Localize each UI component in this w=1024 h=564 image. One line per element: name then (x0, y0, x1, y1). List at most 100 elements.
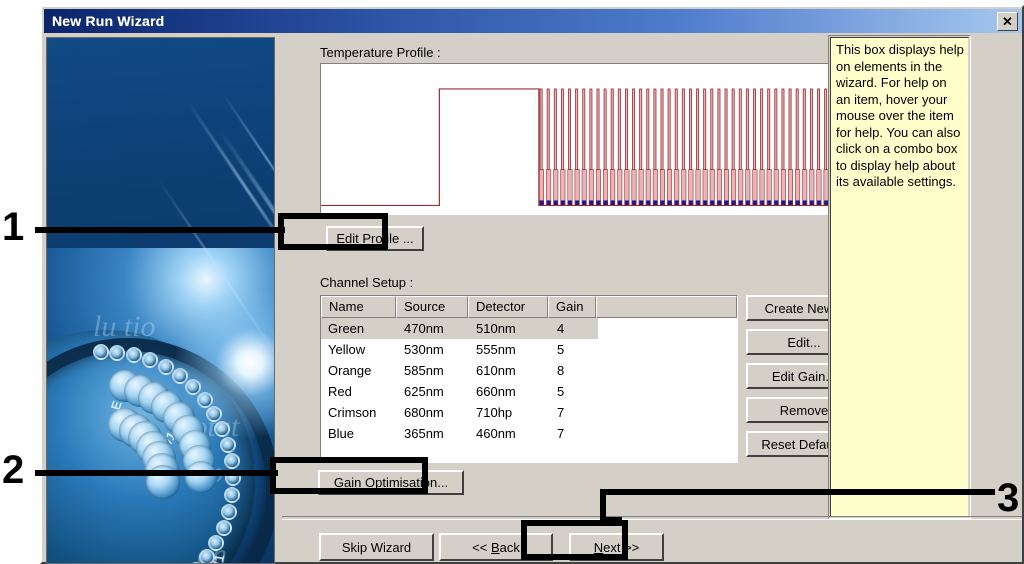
cycle-anneal-band (631, 169, 637, 206)
cycle-denature-spike (696, 88, 700, 170)
cycle-anneal-band (809, 169, 815, 206)
annotation-highlight-3 (521, 520, 628, 560)
acquisition-marker (767, 200, 772, 206)
cycle-denature-spike (788, 88, 792, 170)
table-row[interactable]: Orange 585nm 610nm 8 (321, 360, 737, 381)
channel-setup-list[interactable]: Name Source Detector Gain Green 470nm 510n… (320, 295, 738, 463)
cycle-anneal-band (709, 169, 715, 206)
edit-gain-label: Edit Gain... (771, 368, 837, 384)
cycle-denature-spike (539, 88, 543, 170)
cell-gain: 8 (557, 363, 565, 378)
rotor-hole (92, 344, 109, 361)
rotor-well (184, 460, 217, 493)
cycle-denature-spike (795, 88, 799, 170)
cycle-denature-spike (809, 88, 813, 170)
cycle-denature-spike (632, 88, 636, 170)
help-text: This box displays help on elements in th… (830, 37, 969, 517)
acquisition-marker (817, 200, 821, 206)
table-row[interactable]: Red 625nm 660nm 5 (321, 381, 737, 402)
cycle-denature-spike (596, 88, 600, 170)
cycle-denature-spike (731, 88, 735, 170)
close-icon[interactable]: ✕ (997, 11, 1018, 31)
cycle-denature-spike (774, 88, 778, 170)
table-row[interactable]: Yellow 530nm 555nm 5 (321, 339, 737, 360)
cell-detector: 555nm (476, 342, 516, 357)
cycle-anneal-band (645, 169, 651, 206)
cell-detector: 610nm (476, 363, 516, 378)
cycle-denature-spike (553, 88, 557, 170)
table-row[interactable]: Blue 365nm 460nm 7 (321, 423, 737, 444)
cycle-anneal-band (759, 169, 765, 206)
cycle-anneal-band (795, 169, 801, 206)
acquisition-marker (724, 200, 729, 206)
acquisition-marker (646, 200, 651, 206)
cell-source: 470nm (404, 321, 444, 336)
cycle-denature-spike (667, 88, 671, 170)
cycle-denature-spike (724, 88, 728, 170)
acquisition-marker (703, 200, 708, 206)
acquisition-marker (753, 200, 757, 206)
skip-wizard-button[interactable]: Skip Wizard (319, 533, 434, 561)
column-header-name[interactable]: Name (321, 296, 396, 318)
annotation-leader-1 (35, 227, 285, 233)
cycle-anneal-band (688, 169, 694, 206)
acquisition-marker (610, 200, 615, 206)
back-label: << Back (472, 539, 520, 555)
cycle-denature-spike (639, 88, 643, 170)
cycle-denature-spike (781, 88, 785, 170)
cell-gain: 5 (557, 384, 565, 399)
cycle-anneal-band (738, 169, 744, 206)
table-row[interactable]: Green 470nm 510nm 4 (321, 318, 598, 339)
annotation-leader-3 (600, 489, 995, 495)
cycle-denature-spike (646, 88, 650, 170)
channel-setup-label: Channel Setup : (320, 275, 414, 290)
cycle-denature-spike (802, 88, 806, 170)
footer-separator (282, 516, 1022, 520)
cycle-anneal-band (674, 169, 680, 206)
cycle-denature-spike (589, 88, 593, 170)
acquisition-marker (568, 200, 572, 206)
cycle-anneal-band (574, 169, 580, 206)
cycle-denature-spike (738, 88, 742, 170)
annotation-leader-2 (35, 470, 278, 476)
cycle-denature-spike (745, 88, 749, 170)
cycle-denature-spike (681, 88, 685, 170)
acquisition-marker (603, 200, 608, 206)
cell-detector: 660nm (476, 384, 516, 399)
acquisition-marker (717, 200, 722, 206)
cell-gain: 7 (557, 405, 565, 420)
column-header-source[interactable]: Source (396, 296, 468, 318)
cycle-anneal-band (723, 169, 729, 206)
acquisition-marker (802, 200, 807, 206)
cycle-anneal-band (816, 169, 822, 206)
rotor-hole (214, 420, 231, 437)
rotor-hole (223, 453, 240, 470)
acquisition-marker (795, 200, 800, 206)
acquisition-marker (575, 200, 580, 206)
column-header-detector[interactable]: Detector (468, 296, 548, 318)
cycle-anneal-band (546, 169, 552, 206)
acquisition-marker (667, 200, 672, 206)
acquisition-marker (560, 200, 565, 206)
rotor-hole (215, 519, 232, 536)
cycle-anneal-band (624, 169, 630, 206)
cycle-anneal-band (716, 169, 722, 206)
remove-label: Remove (779, 402, 829, 418)
help-panel: This box displays help on elements in th… (828, 35, 971, 519)
cycle-denature-spike (710, 88, 714, 170)
acquisition-marker (731, 200, 736, 206)
table-row[interactable]: Crimson 680nm 710hp 7 (321, 402, 737, 423)
new-run-wizard-dialog: New Run Wizard ✕ lu tio rotat mp an E 8/… (40, 5, 1024, 564)
cycle-denature-spike (689, 88, 692, 170)
cycle-anneal-band (667, 169, 673, 206)
title-bar: New Run Wizard ✕ (44, 9, 1022, 33)
acquisition-marker (745, 200, 750, 206)
cycle-denature-spike (624, 88, 628, 170)
wizard-banner-image: lu tio rotat mp an E 8/1 8/1 7 (46, 37, 275, 564)
cell-gain: 4 (557, 321, 565, 336)
cycle-anneal-band (610, 169, 616, 206)
cycle-denature-spike (560, 88, 564, 170)
cycle-anneal-band (802, 169, 808, 206)
column-header-gain[interactable]: Gain (548, 296, 596, 318)
cycle-anneal-band (752, 169, 758, 206)
